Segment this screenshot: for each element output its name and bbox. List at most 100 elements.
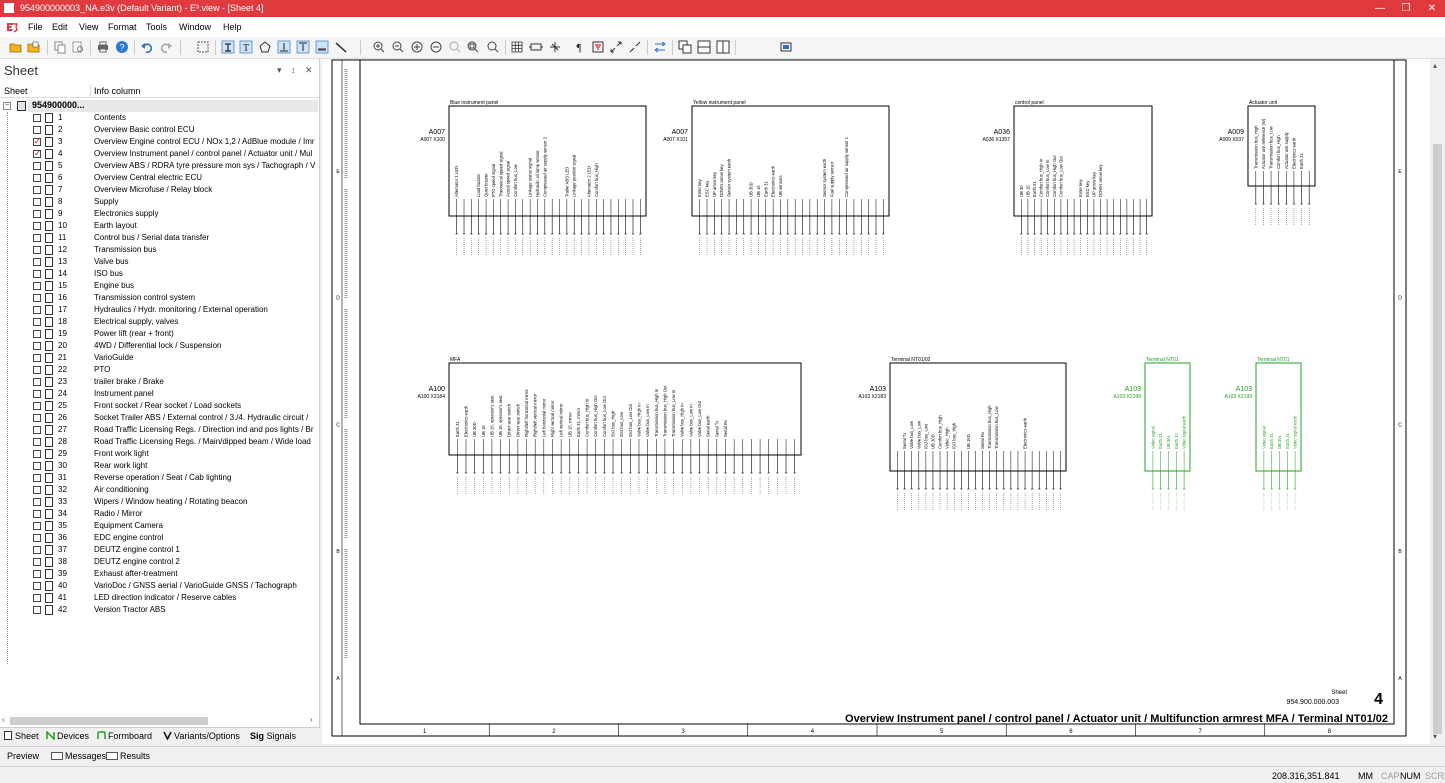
- sheet-row[interactable]: 11 Control bus / Serial data transfer: [0, 232, 320, 244]
- sheet-checkbox[interactable]: [33, 174, 41, 182]
- sheet-row[interactable]: 42 Version Tractor ABS: [0, 604, 320, 616]
- sheet-checkbox[interactable]: [33, 198, 41, 206]
- sheet-row[interactable]: 17 Hydraulics / Hydr. monitoring / Extern…: [0, 304, 320, 316]
- fullscreen-icon[interactable]: [779, 40, 793, 54]
- sheet-row[interactable]: 15 Engine bus: [0, 280, 320, 292]
- tab-formboard[interactable]: Formboard: [97, 731, 152, 741]
- sheet-row[interactable]: 8 Supply: [0, 196, 320, 208]
- sheet-checkbox[interactable]: [33, 342, 41, 350]
- sheet-checkbox[interactable]: [33, 498, 41, 506]
- sheet-row[interactable]: 32 Air conditioning: [0, 484, 320, 496]
- sheet-checkbox[interactable]: [33, 258, 41, 266]
- panel-dropdown-icon[interactable]: ▾: [277, 65, 282, 76]
- tab-devices[interactable]: Devices: [46, 731, 89, 741]
- sheet-row[interactable]: 4 Overview Instrument panel / control pan…: [0, 148, 320, 160]
- polygon-icon[interactable]: [258, 40, 272, 54]
- zoom-plus-icon[interactable]: [410, 40, 424, 54]
- sheet-checkbox[interactable]: [33, 594, 41, 602]
- menu-file[interactable]: File: [28, 21, 43, 33]
- sheet-row[interactable]: 24 Instrument panel: [0, 388, 320, 400]
- sheet-checkbox[interactable]: [33, 222, 41, 230]
- sheet-row[interactable]: 27 Road Traffic Licensing Regs. / Directi…: [0, 424, 320, 436]
- sheet-checkbox[interactable]: [33, 246, 41, 254]
- sheet-checkbox[interactable]: [33, 282, 41, 290]
- sheet-row[interactable]: 33 Wipers / Window heating / Rotating bea…: [0, 496, 320, 508]
- open-folder-icon[interactable]: [9, 40, 23, 54]
- sheet-checkbox[interactable]: [33, 402, 41, 410]
- sheet-row[interactable]: 2 Overview Basic control ECU: [0, 124, 320, 136]
- sheet-checkbox[interactable]: [33, 114, 41, 122]
- collapse-icon[interactable]: [628, 40, 642, 54]
- sheet-row[interactable]: 23 trailer brake / Brake: [0, 376, 320, 388]
- sheet-row[interactable]: 12 Transmission bus: [0, 244, 320, 256]
- component-icon[interactable]: [529, 40, 543, 54]
- tile-horizontal-icon[interactable]: [697, 40, 711, 54]
- column-info[interactable]: Info column: [94, 86, 141, 96]
- zoom-out-icon[interactable]: [391, 40, 405, 54]
- sheet-checkbox[interactable]: [33, 149, 41, 158]
- sheet-checkbox[interactable]: [33, 570, 41, 578]
- tab-preview[interactable]: Preview: [7, 751, 39, 761]
- sheet-row[interactable]: 40 VarioDoc / GNSS aerial / VarioGuide GN…: [0, 580, 320, 592]
- scroll-down-icon[interactable]: ▾: [1433, 732, 1437, 741]
- sheet-checkbox[interactable]: [33, 390, 41, 398]
- find-icon[interactable]: [71, 40, 85, 54]
- sheet-row[interactable]: 36 EDC engine control: [0, 532, 320, 544]
- sheet-row[interactable]: 26 Socket Trailer ABS / External control …: [0, 412, 320, 424]
- zoom-all-icon[interactable]: [486, 40, 500, 54]
- ruler-icon[interactable]: [315, 40, 329, 54]
- sheet-row[interactable]: 30 Rear work light: [0, 460, 320, 472]
- collapse-icon[interactable]: −: [3, 102, 11, 110]
- menu-view[interactable]: View: [79, 21, 98, 33]
- sheet-row[interactable]: 5 Overview ABS / RDRA tyre pressure mon s…: [0, 160, 320, 172]
- sheet-row[interactable]: 1 Contents: [0, 112, 320, 124]
- print-icon[interactable]: [96, 40, 110, 54]
- sheet-row[interactable]: 41 LED direction indicator / Reserve cabl…: [0, 592, 320, 604]
- tab-signals[interactable]: Sig Signals: [250, 731, 296, 741]
- zoom-window-icon[interactable]: [466, 40, 480, 54]
- open-project-icon[interactable]: [27, 40, 41, 54]
- tree-root[interactable]: − 954900000...: [0, 100, 320, 112]
- sheet-row[interactable]: 28 Road Traffic Licensing Regs. / Main/di…: [0, 436, 320, 448]
- filter-icon[interactable]: [591, 40, 605, 54]
- tab-sheet[interactable]: Sheet: [4, 731, 39, 741]
- menu-help[interactable]: Help: [223, 21, 242, 33]
- text-tool-icon[interactable]: T: [239, 40, 253, 54]
- redo-icon[interactable]: [159, 40, 173, 54]
- sheet-checkbox[interactable]: [33, 522, 41, 530]
- vertical-scrollbar[interactable]: ▴ ▾: [1430, 59, 1445, 744]
- scroll-right-icon[interactable]: ›: [310, 715, 313, 724]
- sheet-checkbox[interactable]: [33, 534, 41, 542]
- menu-window[interactable]: Window: [179, 21, 211, 33]
- sheet-checkbox[interactable]: [33, 210, 41, 218]
- sheet-checkbox[interactable]: [33, 294, 41, 302]
- sheet-checkbox[interactable]: [33, 234, 41, 242]
- swap-icon[interactable]: [653, 40, 667, 54]
- sheet-checkbox[interactable]: [33, 414, 41, 422]
- sheet-row[interactable]: 21 VarioGuide: [0, 352, 320, 364]
- sheet-checkbox[interactable]: [33, 354, 41, 362]
- sheet-checkbox[interactable]: [33, 270, 41, 278]
- column-sheet[interactable]: Sheet: [4, 86, 28, 96]
- menu-format[interactable]: Format: [108, 21, 137, 33]
- sheet-checkbox[interactable]: [33, 378, 41, 386]
- pilcrow-icon[interactable]: ¶: [572, 40, 586, 54]
- sheet-checkbox[interactable]: [33, 137, 41, 146]
- pin-icon[interactable]: ↕: [291, 65, 296, 75]
- panel-close-icon[interactable]: ✕: [305, 65, 313, 76]
- sheet-checkbox[interactable]: [33, 330, 41, 338]
- sheet-row[interactable]: 19 Power lift (rear + front): [0, 328, 320, 340]
- sheet-row[interactable]: 20 4WD / Differential lock / Suspension: [0, 340, 320, 352]
- sheet-checkbox[interactable]: [33, 558, 41, 566]
- sheet-checkbox[interactable]: [33, 318, 41, 326]
- sheet-checkbox[interactable]: [33, 126, 41, 134]
- sheet-row[interactable]: 37 DEUTZ engine control 1: [0, 544, 320, 556]
- sheet-row[interactable]: 25 Front socket / Rear socket / Load sock…: [0, 400, 320, 412]
- menu-tools[interactable]: Tools: [146, 21, 167, 33]
- sheet-checkbox[interactable]: [33, 486, 41, 494]
- help-icon[interactable]: ?: [115, 40, 129, 54]
- scroll-up-icon[interactable]: ▴: [1433, 61, 1437, 70]
- scroll-left-icon[interactable]: ‹: [2, 715, 5, 724]
- sheet-row[interactable]: 22 PTO: [0, 364, 320, 376]
- menu-edit[interactable]: Edit: [52, 21, 68, 33]
